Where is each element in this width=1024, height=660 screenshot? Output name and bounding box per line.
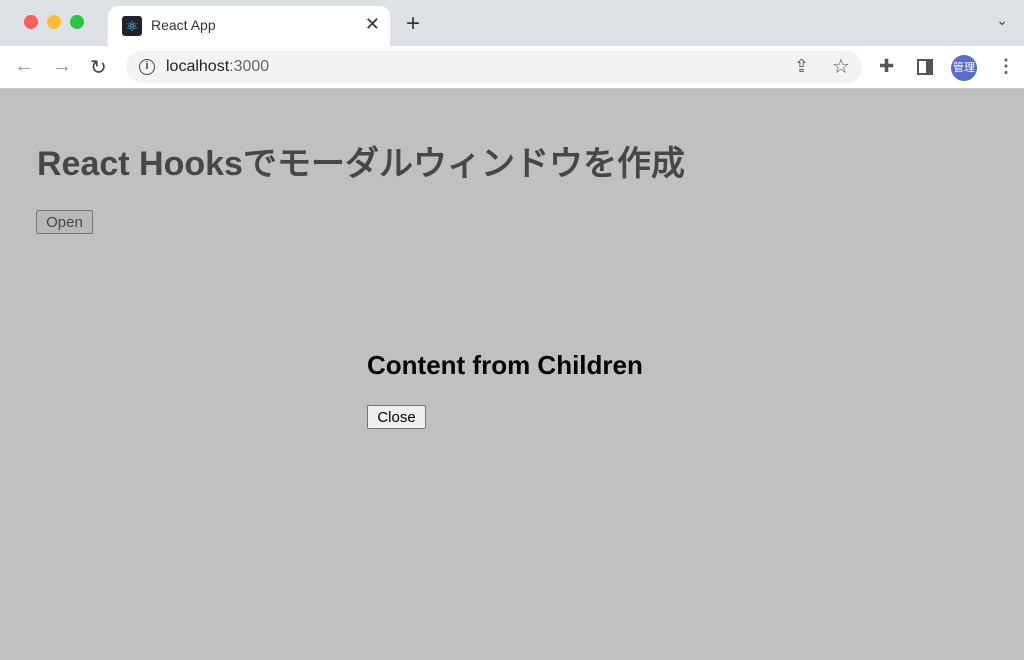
close-tab-icon[interactable]: ✕ xyxy=(365,14,380,35)
window-minimize-button[interactable] xyxy=(47,15,61,29)
url-text[interactable]: localhost:3000 xyxy=(166,58,269,76)
url-host: localhost xyxy=(166,58,230,75)
menu-icon[interactable]: ⋮ xyxy=(997,56,1015,77)
side-panel-icon[interactable] xyxy=(917,59,933,75)
window-close-button[interactable] xyxy=(24,15,38,29)
open-button[interactable]: Open xyxy=(36,210,93,234)
window-maximize-button[interactable] xyxy=(70,15,84,29)
tab-bar: ⚛ React App ✕ + ⌄ xyxy=(0,0,1024,46)
share-icon[interactable]: ⇪ xyxy=(794,56,809,77)
tab-react-app[interactable]: ⚛ React App ✕ xyxy=(108,6,390,46)
info-icon[interactable]: i xyxy=(139,59,155,75)
forward-icon[interactable]: → xyxy=(52,55,72,78)
close-button[interactable]: Close xyxy=(367,405,426,429)
page-title: React Hooksでモーダルウィンドウを作成 xyxy=(37,145,685,183)
star-icon[interactable]: ☆ xyxy=(832,54,850,79)
new-tab-icon[interactable]: + xyxy=(406,10,420,38)
reload-icon[interactable]: ↻ xyxy=(90,55,107,80)
avatar[interactable]: 管理 xyxy=(951,55,977,81)
address-bar[interactable]: i localhost:3000 ⇪ ☆ xyxy=(126,51,862,83)
react-logo-icon: ⚛ xyxy=(122,16,142,36)
chevron-down-icon[interactable]: ⌄ xyxy=(996,12,1008,29)
modal-title: Content from Children xyxy=(367,350,643,380)
url-port: :3000 xyxy=(229,58,270,75)
extensions-icon[interactable]: ✚ xyxy=(879,56,894,77)
back-icon[interactable]: ← xyxy=(14,55,34,78)
browser-toolbar: ← → ↻ i localhost:3000 ⇪ ☆ ✚ 管理 ⋮ xyxy=(0,46,1024,89)
tab-title: React App xyxy=(151,17,216,33)
